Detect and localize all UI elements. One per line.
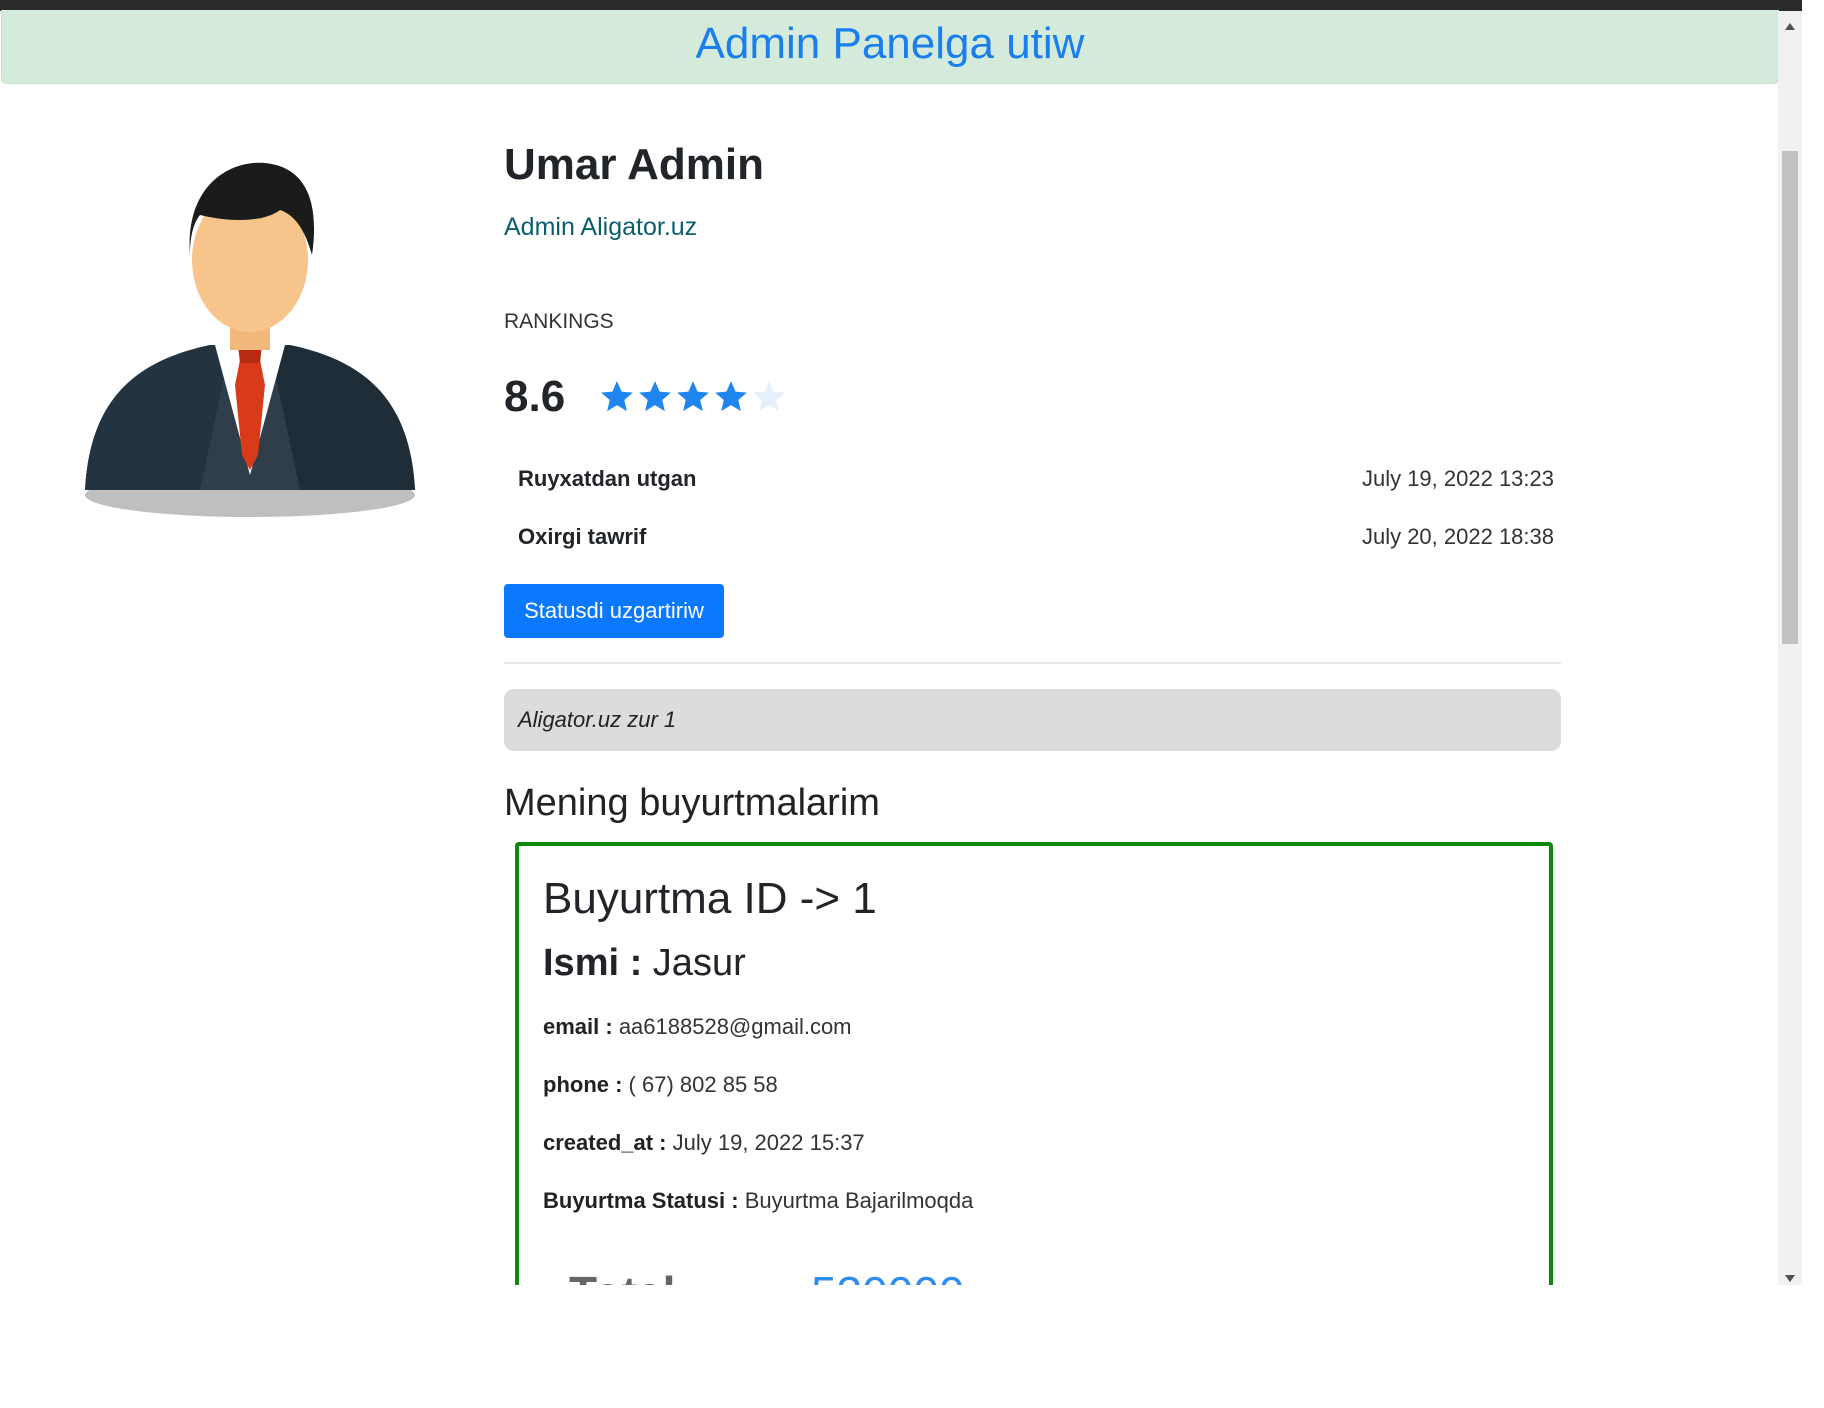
rankings-label: RANKINGS <box>504 310 614 333</box>
last-edited-row: Oxirgi tawrif July 20, 2022 18:38 <box>504 524 1554 564</box>
registered-label: Ruyxatdan utgan <box>518 466 697 491</box>
divider <box>504 662 1561 664</box>
admin-panel-link[interactable]: Admin Panelga utiw <box>2 14 1778 74</box>
star-icon <box>639 381 671 412</box>
profile-role: Admin Aligator.uz <box>504 213 698 241</box>
change-status-button[interactable]: Statusdi uzgartiriw <box>504 584 724 638</box>
orders-title: Mening buyurtmalarim <box>504 782 880 824</box>
avatar <box>85 162 415 517</box>
bio-text: Aligator.uz zur 1 <box>518 707 677 732</box>
star-icon <box>715 381 747 412</box>
order-email: email : aa6188528@gmail.com <box>543 1014 852 1039</box>
profile-name: Umar Admin <box>504 140 764 189</box>
rating-score: 8.6 <box>504 372 566 421</box>
last-edited-label: Oxirgi tawrif <box>518 524 647 549</box>
order-status: Buyurtma Statusi : Buyurtma Bajarilmoqda <box>543 1188 974 1213</box>
order-created-at: created_at : July 19, 2022 15:37 <box>543 1130 865 1155</box>
scroll-thumb[interactable] <box>1782 151 1798 644</box>
browser-viewport: Admin Panelga utiw Umar Admin Admin Alig… <box>0 0 1802 1285</box>
bio-box: Aligator.uz zur 1 <box>504 689 1561 751</box>
registered-row: Ruyxatdan utgan July 19, 2022 13:23 <box>504 466 1554 506</box>
registered-value: July 19, 2022 13:23 <box>1361 466 1554 491</box>
star-icon <box>677 381 709 412</box>
rating-stars <box>598 378 788 416</box>
admin-alert-banner: Admin Panelga utiw <box>1 10 1779 84</box>
order-card: Buyurtma ID -> 1 Ismi : Jasur email : aa… <box>515 842 1553 1285</box>
star-icon <box>601 381 633 412</box>
scroll-up-icon[interactable] <box>1785 23 1795 30</box>
order-customer-name: Ismi : Jasur <box>543 942 746 984</box>
order-total-label: Total <box>569 1266 675 1285</box>
star-empty-icon <box>753 381 785 412</box>
order-total-value: 530000 <box>811 1266 965 1285</box>
scroll-down-icon[interactable] <box>1785 1275 1795 1282</box>
order-phone: phone : ( 67) 802 85 58 <box>543 1072 778 1097</box>
page-scrollbar[interactable] <box>1778 11 1802 1285</box>
last-edited-value: July 20, 2022 18:38 <box>1361 524 1554 549</box>
order-id: Buyurtma ID -> 1 <box>543 874 877 923</box>
